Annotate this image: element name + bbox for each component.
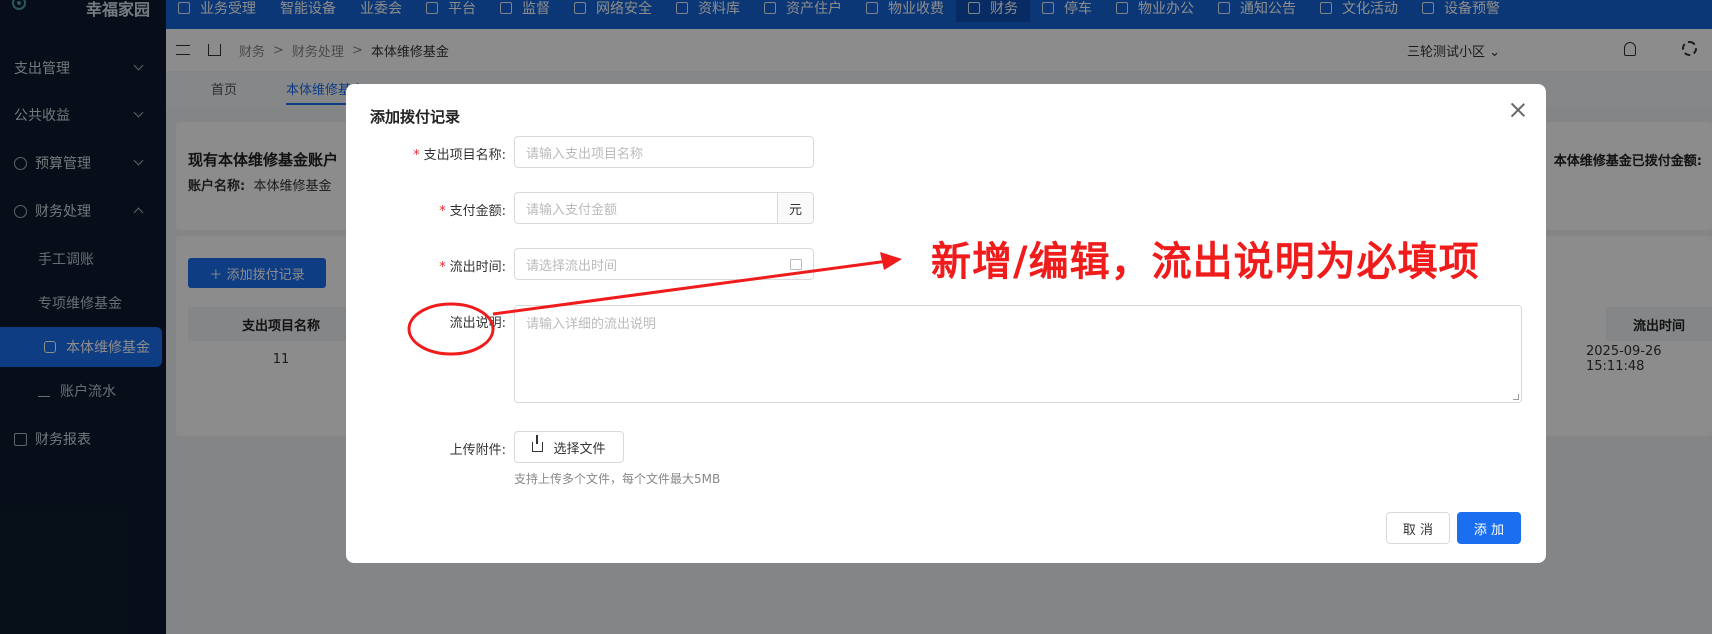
annotation-text: 新增/编辑，流出说明为必填项 bbox=[931, 239, 1480, 285]
annotation-circle bbox=[407, 302, 495, 356]
annotation-overlay bbox=[407, 252, 902, 356]
annotation-arrow-head bbox=[880, 252, 902, 270]
annotation-arrow-line bbox=[492, 259, 889, 316]
